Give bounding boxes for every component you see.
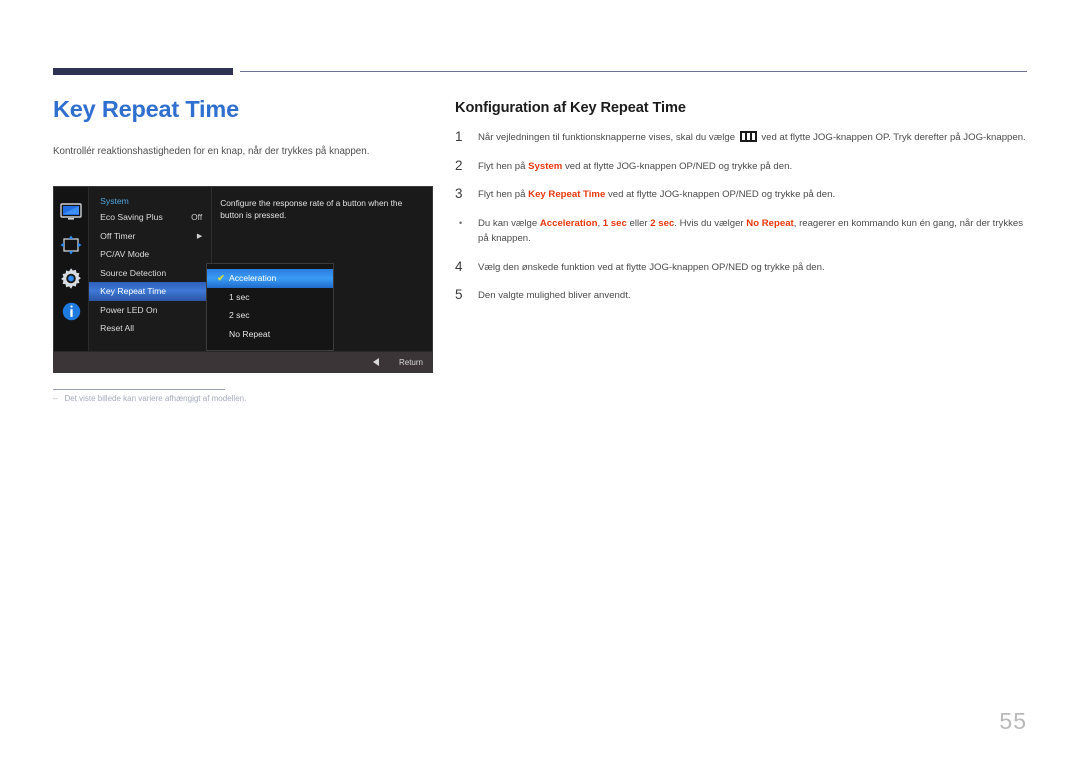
step-text-run: Du kan vælge <box>478 217 540 229</box>
step-bullet: • Du kan vælge Acceleration, 1 sec eller … <box>455 216 1030 247</box>
step-text-run: Flyt hen på <box>478 160 529 172</box>
osd-submenu-item-2-sec[interactable]: 2 sec <box>207 306 333 325</box>
highlighted-term: Acceleration <box>539 217 598 229</box>
step-number: 1 <box>455 129 463 144</box>
step-text-run: Når vejledningen til funktionsknapperne … <box>478 132 738 143</box>
return-arrow-icon[interactable] <box>372 358 379 366</box>
footnote-rule <box>53 389 225 390</box>
osd-menu-panel: System Eco Saving Plus Off Off Timer ▶ P… <box>89 187 212 351</box>
highlighted-term: 1 sec <box>602 217 627 229</box>
page-title: Key Repeat Time <box>53 96 239 122</box>
step-text-run: Vælg den ønskede funktion ved at flytte … <box>478 261 825 273</box>
step-text-run: . Hvis du vælger <box>674 217 747 229</box>
screen-adjust-icon[interactable] <box>60 234 82 256</box>
step-item: 5 Den valgte mulighed bliver anvendt. <box>455 288 1030 304</box>
highlighted-term: No Repeat <box>746 217 794 229</box>
step-item: 4 Vælg den ønskede funktion ved at flytte… <box>455 258 1030 276</box>
page-number: 55 <box>999 708 1027 734</box>
monitor-icon[interactable] <box>60 201 82 223</box>
step-text: Når vejledningen til funktionsknapperne … <box>478 130 1030 146</box>
step-text: Den valgte mulighed bliver anvendt. <box>478 288 1030 304</box>
step-text-run: eller <box>626 217 651 229</box>
osd-row-off-timer[interactable]: Off Timer ▶ <box>89 227 211 246</box>
osd-row-power-led-on[interactable]: Power LED On <box>89 301 211 320</box>
osd-row-label: Power LED On <box>100 304 158 315</box>
osd-row-label: Reset All <box>100 323 135 334</box>
osd-menu-title: System <box>100 196 129 206</box>
highlighted-term: System <box>528 160 563 172</box>
step-text-run: ved at flytte JOG-knappen OP/NED og tryk… <box>562 160 793 172</box>
osd-return-label[interactable]: Return <box>399 358 423 367</box>
osd-submenu-label: No Repeat <box>229 328 271 339</box>
step-item: 1 Når vejledningen til funktionsknapperne… <box>455 130 1030 146</box>
check-icon: ✔ <box>217 272 225 283</box>
step-text: Flyt hen på System ved at flytte JOG-kna… <box>478 159 1030 175</box>
osd-row-label: PC/AV Mode <box>100 249 150 260</box>
osd-footer: Return <box>54 351 432 372</box>
osd-row-label: Off Timer <box>100 230 136 241</box>
chevron-right-icon: ▶ <box>196 232 203 240</box>
step-text-run: Den valgte mulighed bliver anvendt. <box>478 290 631 302</box>
header-rule <box>240 71 1027 72</box>
osd-submenu-label: 2 sec <box>229 310 250 321</box>
osd-row-source-detection[interactable]: Source Detection <box>89 264 211 283</box>
osd-row-value: Off <box>191 212 203 223</box>
step-text-run: ved at flytte JOG-knappen OP. Tryk deref… <box>758 132 1026 143</box>
osd-row-pc-av-mode[interactable]: PC/AV Mode <box>89 245 211 264</box>
left-column: Key Repeat Time Kontrollér reaktionshast… <box>53 95 433 159</box>
footnote-text: Det viste billede kan variere afhængigt … <box>64 394 247 403</box>
step-text: Vælg den ønskede funktion ved at flytte … <box>478 260 1030 276</box>
osd-submenu-label: 1 sec <box>229 291 250 302</box>
osd-row-label: Source Detection <box>100 267 167 278</box>
osd-submenu-key-repeat-time: ✔ Acceleration 1 sec 2 sec No Repeat <box>206 263 334 351</box>
osd-row-label: Key Repeat Time <box>100 286 167 297</box>
step-text: Flyt hen på Key Repeat Time ved at flytt… <box>478 187 1030 203</box>
step-number: 4 <box>455 258 463 274</box>
section-title: Konfiguration af Key Repeat Time <box>455 100 686 116</box>
step-number: 5 <box>455 287 463 303</box>
osd-row-reset-all[interactable]: Reset All <box>89 319 211 338</box>
step-number: 3 <box>455 186 463 202</box>
footnote-dash: ‒ <box>53 394 58 403</box>
osd-submenu-item-no-repeat[interactable]: No Repeat <box>207 325 333 344</box>
steps-list: 1 Når vejledningen til funktionsknapperne… <box>455 130 1030 304</box>
osd-submenu-label: Acceleration <box>229 273 277 284</box>
page-description: Kontrollér reaktionshastigheden for en k… <box>53 146 370 158</box>
menu-button-icon <box>739 131 757 142</box>
highlighted-term: 2 sec <box>650 217 675 229</box>
info-icon[interactable] <box>60 300 82 322</box>
osd-icon-sidebar <box>54 187 90 351</box>
footnote: ‒ Det viste billede kan variere afhængig… <box>53 394 246 403</box>
step-item: 3 Flyt hen på Key Repeat Time ved at flyt… <box>455 187 1030 203</box>
gear-icon[interactable] <box>60 267 82 289</box>
osd-submenu-item-1-sec[interactable]: 1 sec <box>207 288 333 307</box>
step-text-run: ved at flytte JOG-knappen OP/NED og tryk… <box>605 189 836 201</box>
osd-body: System Eco Saving Plus Off Off Timer ▶ P… <box>54 187 432 351</box>
step-text: Du kan vælge Acceleration, 1 sec eller 2… <box>478 216 1030 247</box>
header-accent-bar <box>53 68 233 75</box>
osd-row-key-repeat-time[interactable]: Key Repeat Time <box>89 282 208 301</box>
step-item: 2 Flyt hen på System ved at flytte JOG-kn… <box>455 157 1030 175</box>
osd-row-eco-saving-plus[interactable]: Eco Saving Plus Off <box>89 208 211 227</box>
osd-row-label: Eco Saving Plus <box>100 212 163 223</box>
step-number: • <box>459 217 463 228</box>
step-number: 2 <box>455 157 463 173</box>
osd-submenu-item-acceleration[interactable]: ✔ Acceleration <box>207 269 333 288</box>
highlighted-term: Key Repeat Time <box>528 189 606 201</box>
step-text-run: Flyt hen på <box>478 189 529 201</box>
osd-screenshot: System Eco Saving Plus Off Off Timer ▶ P… <box>53 186 433 373</box>
right-column: Konfiguration af Key Repeat Time 1 Når ve… <box>455 100 1030 317</box>
